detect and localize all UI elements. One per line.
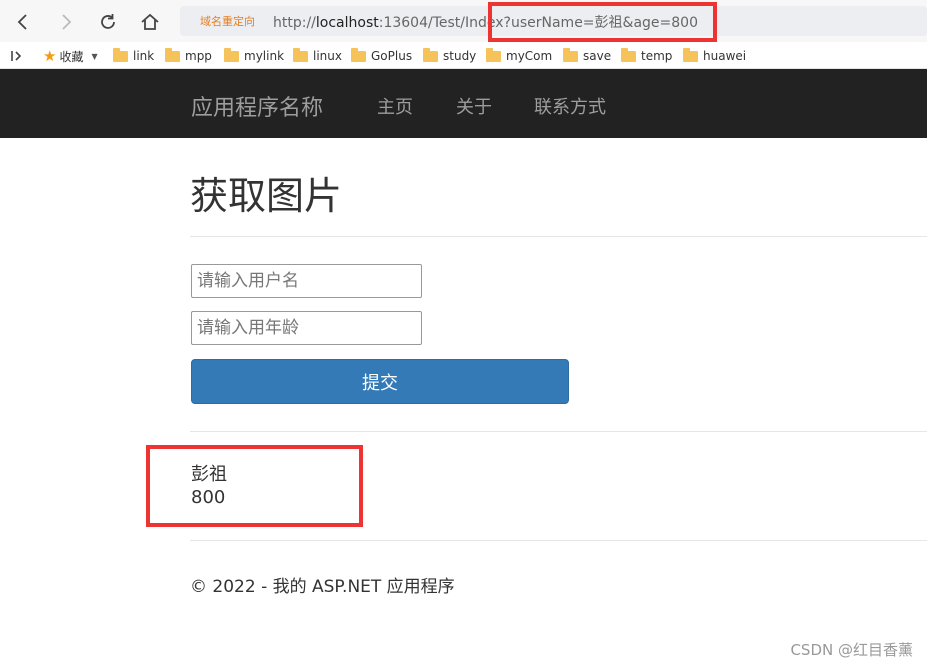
footer-text: © 2022 - 我的 ASP.NET 应用程序 [190, 577, 455, 597]
watermark: CSDN @红目香薰 [790, 641, 913, 659]
reload-button[interactable] [94, 8, 122, 36]
divider [190, 540, 927, 541]
site-navbar: 应用程序名称 主页 关于 联系方式 [0, 69, 927, 138]
bookmark-item[interactable]: mylink [224, 47, 284, 65]
forward-button[interactable] [52, 8, 80, 36]
bookmark-label: mpp [185, 49, 212, 63]
folder-icon [621, 47, 636, 62]
folder-icon [351, 47, 366, 62]
bookmark-label: huawei [703, 49, 747, 63]
favorites-menu[interactable]: ★ 收藏 ▼ [43, 47, 98, 65]
bookmark-label: myCom [506, 49, 553, 63]
star-icon: ★ [43, 47, 57, 65]
divider [190, 236, 927, 237]
address-label: 域名重定向 [200, 15, 255, 28]
home-icon [141, 13, 159, 30]
bookmark-item[interactable]: linux [293, 47, 342, 65]
url-host: localhost [315, 15, 379, 31]
home-button[interactable] [136, 8, 164, 36]
bookmarks-bar: ★ 收藏 ▼ link mpp mylink linux GoPlus stud… [0, 42, 927, 69]
back-arrow-icon [17, 14, 27, 30]
folder-icon [293, 47, 308, 62]
nav-about-link[interactable]: 关于 [456, 93, 492, 119]
back-button[interactable] [9, 8, 37, 36]
brand-link[interactable]: 应用程序名称 [191, 90, 323, 122]
bookmark-label: study [443, 49, 477, 63]
folder-icon [423, 47, 438, 62]
bookmark-item[interactable]: GoPlus [351, 47, 412, 65]
bookmark-label: temp [641, 49, 673, 63]
folder-icon [165, 47, 180, 62]
username-input[interactable] [191, 264, 422, 298]
forward-arrow-icon [62, 14, 72, 30]
bookmark-item[interactable]: link [113, 47, 154, 65]
browser-toolbar: 域名重定向 http://localhost:13604/Test/Index?… [0, 0, 927, 42]
nav-contact-link[interactable]: 联系方式 [534, 93, 606, 119]
bookmark-label: save [583, 49, 612, 63]
dropdown-icon: ▼ [91, 51, 98, 61]
bookmark-item[interactable]: temp [621, 47, 672, 65]
bookmark-item[interactable]: study [423, 47, 476, 65]
page: 域名重定向 http://localhost:13604/Test/Index?… [0, 0, 927, 667]
url-prefix: http:// [273, 15, 316, 31]
sidebar-toggle-icon[interactable] [10, 47, 24, 65]
submit-button[interactable]: 提交 [191, 359, 569, 404]
folder-icon [683, 47, 698, 62]
bookmark-label: linux [313, 49, 342, 63]
bookmark-item[interactable]: myCom [486, 47, 552, 65]
bookmark-label: GoPlus [371, 49, 413, 63]
bookmark-label: mylink [244, 49, 285, 63]
age-input[interactable] [191, 311, 422, 345]
nav-home-link[interactable]: 主页 [377, 93, 413, 119]
result-highlight-box [146, 445, 363, 527]
bookmark-item[interactable]: huawei [683, 47, 746, 65]
divider [190, 431, 927, 432]
folder-icon [563, 47, 578, 62]
folder-icon [486, 47, 501, 62]
bookmark-item[interactable]: save [563, 47, 611, 65]
favorites-label: 收藏 [59, 49, 84, 64]
bookmark-item[interactable]: mpp [165, 47, 212, 65]
folder-icon [113, 47, 128, 62]
page-title: 获取图片 [190, 174, 343, 218]
bookmark-label: link [133, 49, 155, 63]
reload-icon [101, 14, 115, 29]
url-highlight-box [488, 2, 717, 42]
folder-icon [224, 47, 239, 62]
